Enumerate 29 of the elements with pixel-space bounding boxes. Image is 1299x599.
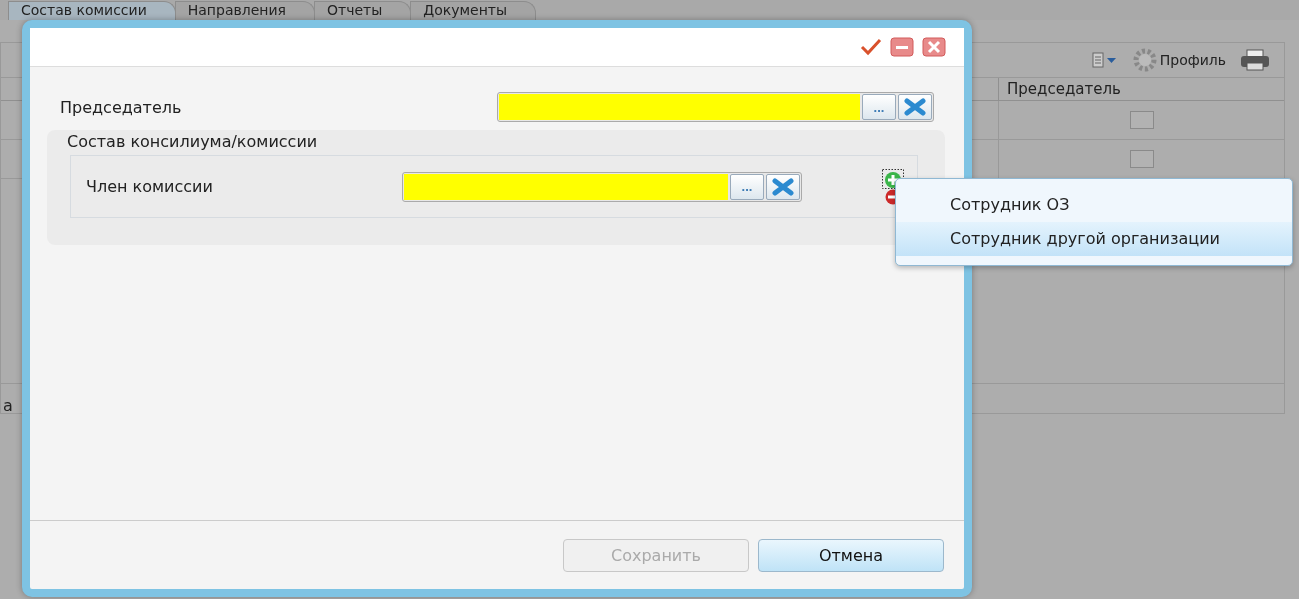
clear-icon: [772, 177, 794, 196]
printer-icon[interactable]: [1240, 49, 1270, 71]
clear-button[interactable]: [898, 94, 932, 120]
field-label: Председатель: [59, 97, 183, 117]
menu-item[interactable]: Сотрудник другой организации: [896, 222, 1292, 256]
browse-button[interactable]: ...: [730, 173, 764, 200]
table-cell-text: а: [2, 396, 13, 415]
tab[interactable]: Направления: [174, 1, 315, 20]
checkbox[interactable]: [1129, 111, 1154, 129]
column-header[interactable]: Председатель: [998, 78, 1284, 100]
tab[interactable]: Отчеты: [313, 1, 412, 20]
checkbox[interactable]: [1129, 150, 1154, 168]
checkmark-icon[interactable]: [860, 38, 882, 56]
lookup-field[interactable]: ...: [497, 92, 934, 122]
tab[interactable]: Документы: [410, 1, 537, 20]
browse-button[interactable]: ...: [862, 94, 896, 120]
field-label: Член комиссии: [86, 177, 214, 196]
clear-button[interactable]: [766, 173, 800, 200]
menu-item[interactable]: Сотрудник ОЗ: [896, 188, 1292, 222]
lookup-field[interactable]: ...: [402, 171, 802, 202]
clear-icon: [904, 98, 926, 116]
minimize-icon[interactable]: [890, 37, 914, 57]
fieldset-legend: Состав консилиума/комиссии: [67, 132, 945, 151]
gear-icon: [1131, 47, 1158, 73]
dialog-button[interactable]: Отмена: [758, 538, 944, 572]
profile-label[interactable]: Профиль: [1159, 52, 1226, 68]
tab[interactable]: Состав комиссии: [8, 1, 176, 20]
close-icon[interactable]: [922, 37, 946, 57]
columns-dropdown-icon[interactable]: [1091, 52, 1118, 68]
